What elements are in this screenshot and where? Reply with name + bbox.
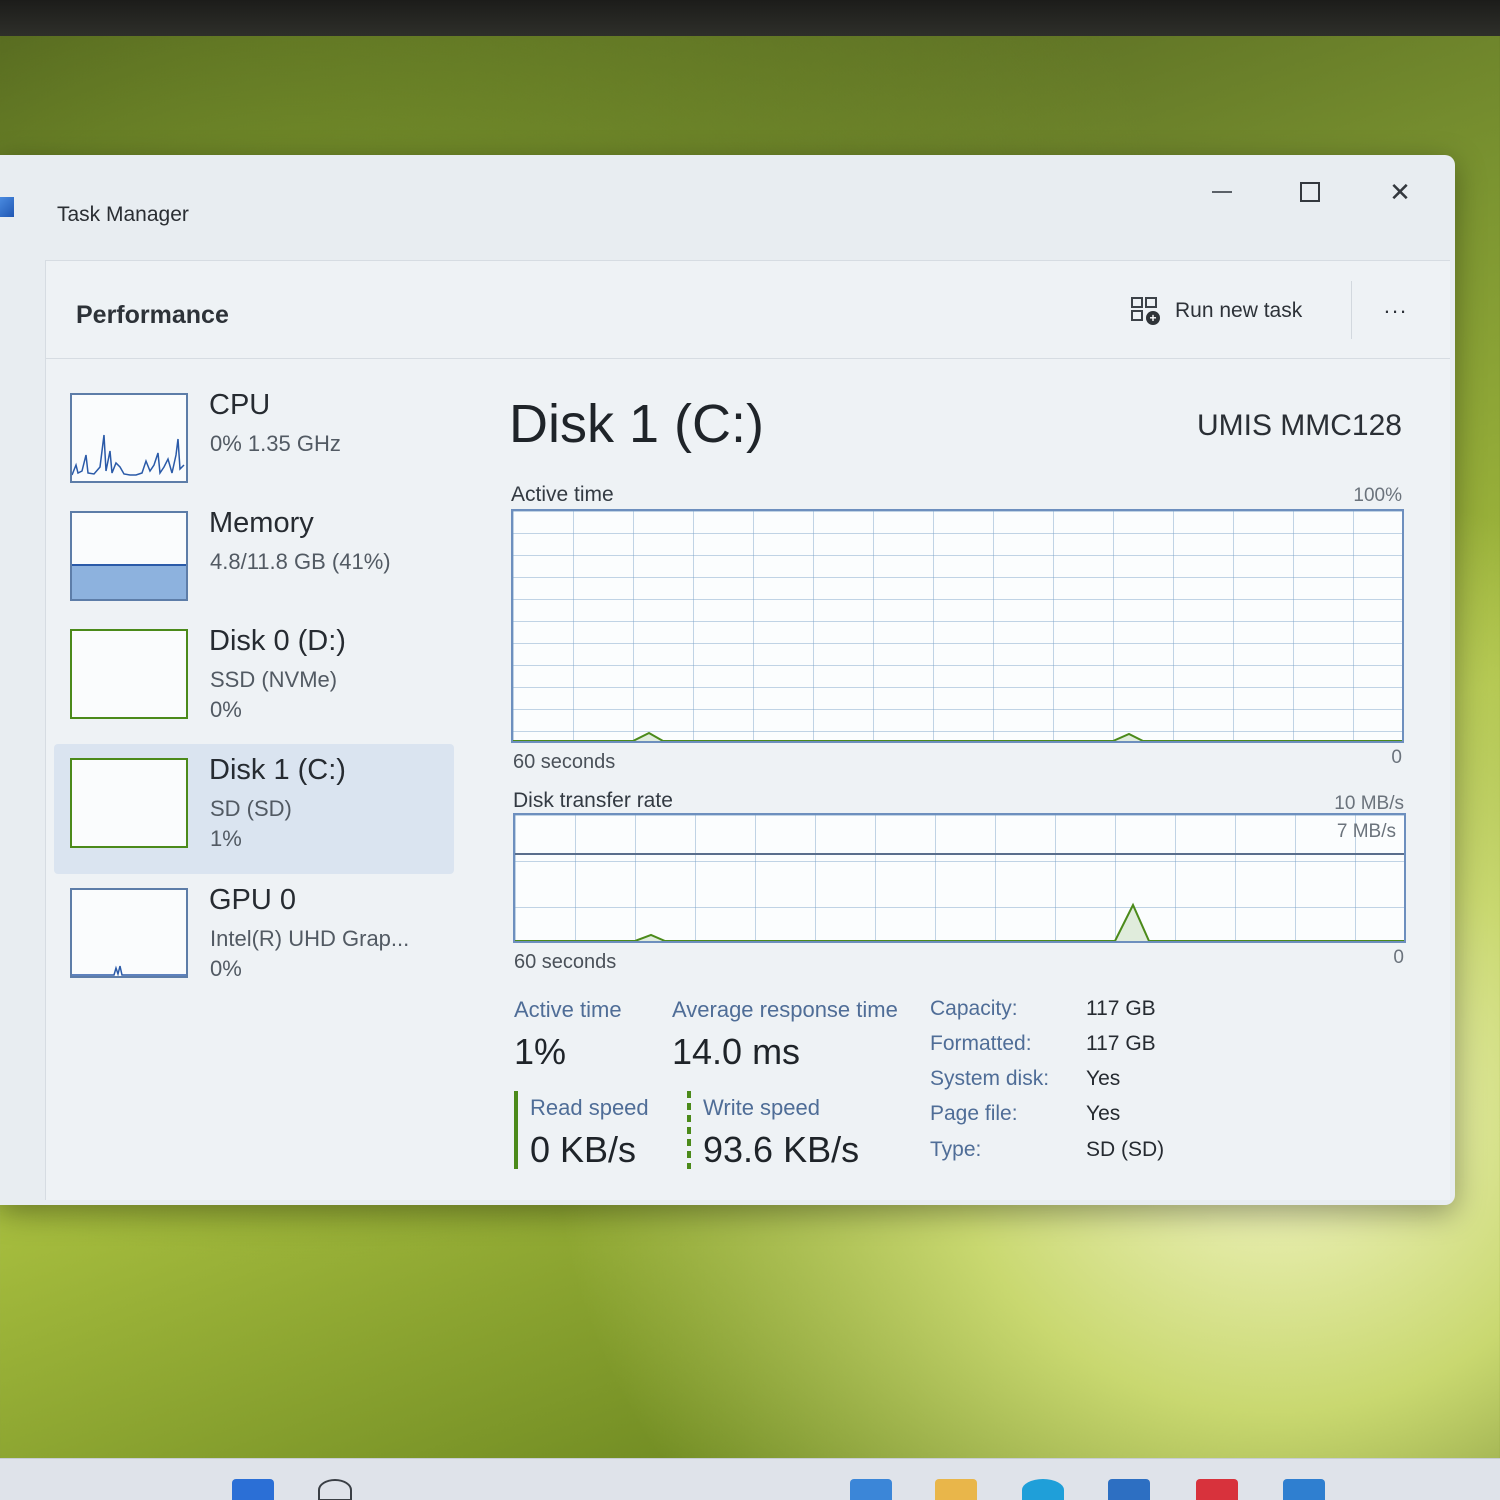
resource-name: Memory <box>209 507 314 539</box>
read-speed-value: 0 KB/s <box>530 1129 637 1170</box>
taskbar <box>0 1458 1500 1500</box>
memory-thumbnail-graph <box>70 511 188 601</box>
run-new-task-button[interactable]: + Run new task <box>1131 291 1302 331</box>
mail-icon[interactable] <box>1283 1479 1325 1500</box>
capacity-label: Capacity: <box>930 997 1018 1020</box>
page-header: Performance + Run new task ... <box>46 261 1450 359</box>
active-time-graph-min: 0 <box>1391 747 1402 768</box>
gpu-thumbnail-graph <box>70 888 188 978</box>
run-task-icon: + <box>1131 297 1161 325</box>
resource-usage: 0% <box>210 956 242 981</box>
header-separator <box>1351 281 1352 339</box>
formatted-label: Formatted: <box>930 1032 1032 1055</box>
resource-disk-1[interactable]: Disk 1 (C:) SD (SD) 1% <box>54 744 454 874</box>
read-speed-label: Read speed <box>530 1095 649 1120</box>
file-explorer-icon[interactable] <box>935 1479 977 1500</box>
transfer-rate-duration: 60 seconds <box>514 951 617 973</box>
write-speed-value: 93.6 KB/s <box>703 1129 860 1170</box>
close-icon: ✕ <box>1389 176 1411 207</box>
task-manager-logo-icon <box>0 197 14 217</box>
resource-detail: 0% 1.35 GHz <box>210 431 341 456</box>
office-icon[interactable] <box>1196 1479 1238 1500</box>
resource-detail: SSD (NVMe) <box>210 667 338 692</box>
screen-bezel <box>0 0 1500 36</box>
performance-content: Performance + Run new task ... CPU 0% 1.… <box>45 260 1450 1200</box>
cpu-thumbnail-graph <box>70 393 188 483</box>
disk-model: UMIS MMC128 <box>1196 409 1402 442</box>
write-speed-indicator <box>687 1091 691 1169</box>
resource-detail: SD (SD) <box>210 796 292 821</box>
system-disk-label: System disk: <box>930 1067 1050 1090</box>
active-time-label: Active time <box>514 997 622 1022</box>
maximize-button[interactable] <box>1280 167 1340 217</box>
resource-name: GPU 0 <box>209 884 297 916</box>
resource-name: Disk 1 (C:) <box>209 754 346 786</box>
type-value: SD (SD) <box>1086 1138 1165 1161</box>
type-label: Type: <box>930 1138 982 1161</box>
active-time-graph <box>511 509 1404 743</box>
resource-detail: 4.8/11.8 GB (41%) <box>210 549 391 574</box>
resource-name: Disk 0 (D:) <box>209 625 346 657</box>
detail-title: Disk 1 (C:) <box>509 394 764 454</box>
window-title: Task Manager <box>57 203 189 226</box>
edge-icon[interactable] <box>1022 1479 1064 1500</box>
active-time-graph-label: Active time <box>511 483 614 506</box>
avg-response-time-value: 14.0 ms <box>672 1031 801 1072</box>
resource-usage: 0% <box>210 697 242 722</box>
page-file-label: Page file: <box>930 1102 1018 1125</box>
task-manager-window: Task Manager ✕ Performance + Run new tas… <box>0 155 1455 1205</box>
search-icon[interactable] <box>318 1479 352 1500</box>
transfer-rate-graph-label: Disk transfer rate <box>513 789 673 812</box>
resource-memory[interactable]: Memory 4.8/11.8 GB (41%) <box>54 497 454 622</box>
minimize-icon <box>1212 191 1232 193</box>
resource-disk-0[interactable]: Disk 0 (D:) SSD (NVMe) 0% <box>54 615 454 740</box>
page-file-value: Yes <box>1086 1102 1121 1125</box>
system-disk-value: Yes <box>1086 1067 1121 1090</box>
more-options-button[interactable]: ... <box>1376 291 1416 327</box>
page-title: Performance <box>76 301 229 329</box>
resource-detail: Intel(R) UHD Grap... <box>210 926 410 951</box>
disk0-thumbnail-graph <box>70 629 188 719</box>
active-time-value: 1% <box>514 1031 567 1072</box>
resource-cpu[interactable]: CPU 0% 1.35 GHz <box>54 379 454 504</box>
resource-gpu-0[interactable]: GPU 0 Intel(R) UHD Grap... 0% <box>54 874 454 999</box>
title-bar: Task Manager ✕ <box>0 155 1455 260</box>
run-new-task-label: Run new task <box>1175 299 1303 322</box>
memory-usage-fill <box>72 563 186 599</box>
transfer-rate-graph: 7 MB/s <box>513 813 1406 943</box>
copilot-icon[interactable] <box>850 1479 892 1500</box>
formatted-value: 117 GB <box>1086 1032 1156 1055</box>
capacity-value: 117 GB <box>1086 997 1156 1020</box>
resource-usage: 1% <box>210 826 242 851</box>
transfer-rate-graph-min: 0 <box>1393 947 1404 968</box>
write-speed-label: Write speed <box>703 1095 820 1120</box>
active-time-duration: 60 seconds <box>513 751 616 773</box>
resource-name: CPU <box>209 389 271 421</box>
minimize-button[interactable] <box>1192 167 1252 217</box>
transfer-rate-graph-max: 10 MB/s <box>1334 793 1404 814</box>
disk1-thumbnail-graph <box>70 758 188 848</box>
store-icon[interactable] <box>1108 1479 1150 1500</box>
avg-response-time-label: Average response time <box>672 997 898 1022</box>
active-time-graph-max: 100% <box>1353 485 1402 506</box>
read-speed-indicator <box>514 1091 518 1169</box>
maximize-icon <box>1300 182 1320 202</box>
close-button[interactable]: ✕ <box>1370 167 1430 217</box>
start-icon[interactable] <box>232 1479 274 1500</box>
